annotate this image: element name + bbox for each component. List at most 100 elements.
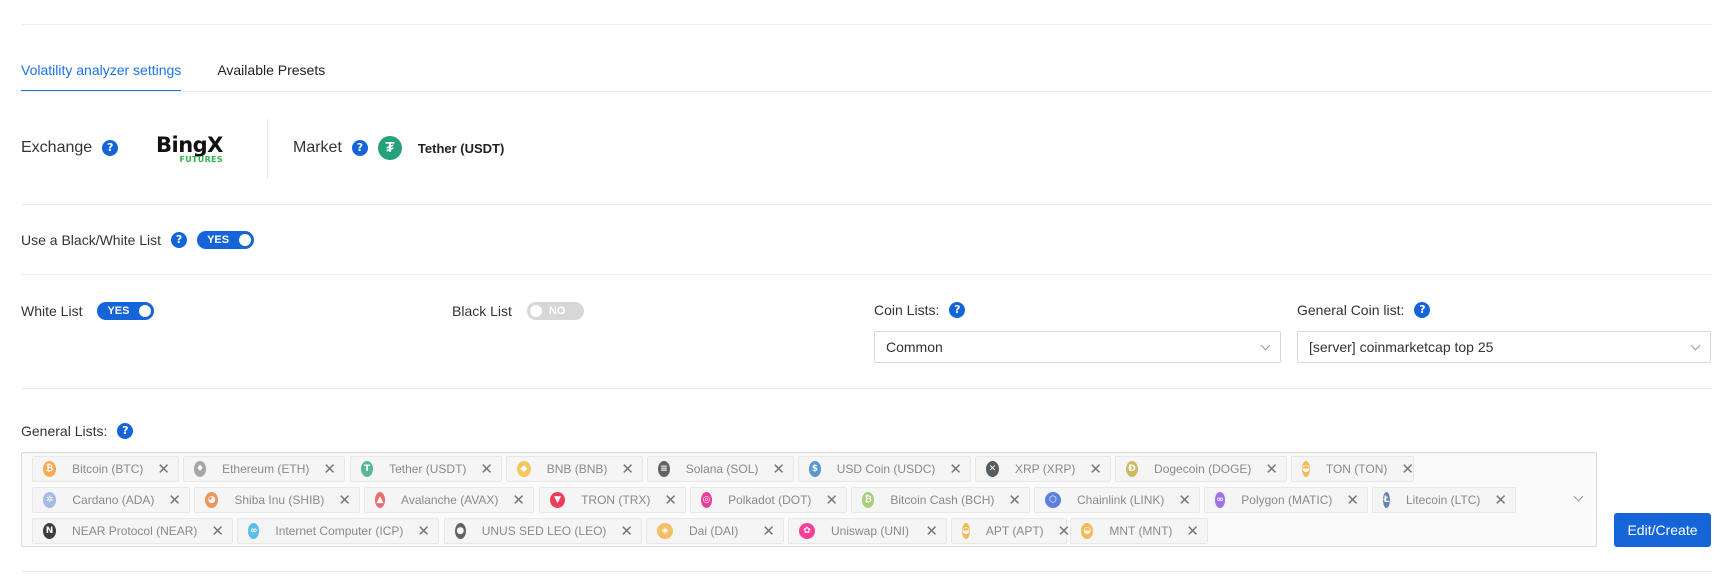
tab-volatility-settings[interactable]: Volatility analyzer settings — [21, 62, 182, 92]
coin-icon: $ — [809, 461, 821, 477]
tag-label: Cardano (ADA) — [72, 493, 155, 507]
coin-icon: ◎ — [701, 492, 713, 508]
remove-tag-icon[interactable]: ✕ — [1008, 491, 1021, 509]
remove-tag-icon[interactable]: ✕ — [1186, 522, 1199, 540]
bingx-logo: BingX FUTURES — [156, 133, 223, 165]
remove-tag-icon[interactable]: ✕ — [621, 460, 634, 478]
whitelist-toggle[interactable]: YES — [97, 302, 155, 320]
whitelist-field: White List YES — [21, 302, 155, 320]
tether-icon: ₮ — [377, 136, 402, 160]
remove-tag-icon[interactable]: ✕ — [1265, 460, 1278, 478]
list-item: ♦ Ethereum (ETH) ✕ — [183, 456, 345, 482]
bwlist-help-icon[interactable]: ? — [171, 232, 188, 248]
general-coin-list-label: General Coin list: — [1297, 302, 1405, 318]
market-help-icon[interactable]: ? — [351, 140, 368, 156]
coin-icon: N — [43, 523, 57, 539]
coin-icon: ◒ — [1081, 523, 1094, 539]
general-coin-list-help-icon[interactable]: ? — [1414, 302, 1431, 318]
remove-tag-icon[interactable]: ✕ — [772, 460, 785, 478]
coin-icon: Ł — [1383, 492, 1390, 508]
coin-icon: ∞ — [248, 523, 260, 539]
tag-label: TRON (TRX) — [581, 493, 651, 507]
coin-lists-label: Coin Lists: — [874, 302, 940, 318]
remove-tag-icon[interactable]: ✕ — [620, 522, 633, 540]
coin-icon: ● — [455, 523, 466, 539]
remove-tag-icon[interactable]: ✕ — [925, 522, 938, 540]
blacklist-label: Black List — [452, 303, 512, 319]
general-lists-help-icon[interactable]: ? — [117, 423, 134, 439]
remove-tag-icon[interactable]: ✕ — [323, 460, 336, 478]
blacklist-toggle[interactable]: NO — [526, 302, 584, 320]
coin-icon: ◈ — [657, 523, 673, 539]
remove-tag-icon[interactable]: ✕ — [168, 491, 181, 509]
list-item: ◎ Polkadot (DOT) ✕ — [690, 487, 847, 513]
divider — [21, 274, 1712, 275]
coin-icon: ⬡ — [1045, 492, 1061, 508]
exchange-help-icon[interactable]: ? — [102, 140, 119, 156]
remove-tag-icon[interactable]: ✕ — [480, 460, 493, 478]
list-item: ✕ XRP (XRP) ✕ — [975, 456, 1111, 482]
remove-tag-icon[interactable]: ✕ — [1178, 491, 1191, 509]
coin-icon: ≡ — [658, 461, 670, 477]
tag-label: Solana (SOL) — [685, 462, 759, 476]
general-coin-list-select[interactable]: [server] coinmarketcap top 25 — [1297, 331, 1711, 363]
remove-tag-icon[interactable]: ✕ — [1346, 491, 1359, 509]
remove-tag-icon[interactable]: ✕ — [664, 491, 677, 509]
tag-label: BNB (BNB) — [546, 462, 608, 476]
coin-icon: ◆ — [517, 461, 531, 477]
chevron-down-icon — [1690, 340, 1701, 350]
remove-tag-icon[interactable]: ✕ — [1089, 460, 1102, 478]
general-lists-label: General Lists: — [21, 423, 108, 439]
coin-lists-help-icon[interactable]: ? — [949, 302, 966, 318]
coin-lists-select[interactable]: Common — [874, 331, 1281, 363]
bwlist-field: Use a Black/White List ? YES — [21, 231, 255, 249]
coin-icon: ∞ — [1215, 492, 1226, 508]
coin-lists-field: Coin Lists: ? — [874, 302, 966, 318]
general-lists-multiselect[interactable]: ₿ Bitcoin (BTC) ✕ ♦ Ethereum (ETH) ✕ T Tether (… — [21, 452, 1597, 547]
tag-label: Chainlink (LINK) — [1077, 493, 1165, 507]
tag-label: Litecoin (LTC) — [1405, 493, 1481, 507]
list-item: ✿ Uniswap (UNI) ✕ — [788, 518, 947, 544]
market-label: Market — [293, 139, 342, 156]
tag-label: Dogecoin (DOGE) — [1154, 462, 1252, 476]
tag-label: Dai (DAI) — [689, 524, 739, 538]
chevron-down-icon[interactable] — [1573, 491, 1584, 502]
remove-tag-icon[interactable]: ✕ — [825, 491, 838, 509]
list-item: Ð Dogecoin (DOGE) ✕ — [1115, 456, 1287, 482]
divider — [21, 91, 1712, 92]
exchange-label: Exchange — [21, 139, 93, 156]
tab-available-presets[interactable]: Available Presets — [217, 62, 325, 92]
remove-tag-icon[interactable]: ✕ — [1401, 460, 1414, 478]
bwlist-toggle[interactable]: YES — [197, 231, 255, 249]
list-item: ◆ BNB (BNB) ✕ — [506, 456, 643, 482]
edit-create-button[interactable]: Edit/Create — [1614, 513, 1711, 547]
tag-label: APT (APT) — [985, 524, 1044, 538]
remove-tag-icon[interactable]: ✕ — [949, 460, 962, 478]
market-field: Market ? ₮ Tether (USDT) — [293, 136, 504, 160]
remove-tag-icon[interactable]: ✕ — [211, 522, 224, 540]
general-lists-field: General Lists: ? — [21, 423, 134, 439]
list-item: $ USD Coin (USDC) ✕ — [798, 456, 971, 482]
remove-tag-icon[interactable]: ✕ — [338, 491, 351, 509]
remove-tag-icon[interactable]: ✕ — [157, 460, 170, 478]
market-value: Tether (USDT) — [417, 140, 505, 156]
remove-tag-icon[interactable]: ✕ — [417, 522, 430, 540]
divider — [21, 204, 1712, 205]
tag-label: USD Coin (USDC) — [836, 462, 936, 476]
tag-label: Bitcoin (BTC) — [72, 462, 144, 476]
exchange-field: Exchange ? — [21, 139, 119, 157]
list-item: ≡ Solana (SOL) ✕ — [647, 456, 794, 482]
coin-icon: ₿ — [43, 461, 57, 477]
remove-tag-icon[interactable]: ✕ — [1494, 491, 1507, 509]
remove-tag-icon[interactable]: ✕ — [1058, 522, 1071, 540]
tag-label: Polygon (MATIC) — [1241, 493, 1333, 507]
list-item: ◒ APT (APT) ✕ — [951, 518, 1070, 544]
tag-label: Avalanche (AVAX) — [401, 493, 499, 507]
tab-bar: Volatility analyzer settings Available P… — [21, 62, 325, 92]
remove-tag-icon[interactable]: ✕ — [512, 491, 525, 509]
remove-tag-icon[interactable]: ✕ — [762, 522, 775, 540]
coin-icon: ♦ — [194, 461, 207, 477]
coin-icon: ₿ — [862, 492, 875, 508]
coin-icon: ✕ — [986, 461, 999, 477]
tag-label: Tether (USDT) — [389, 462, 467, 476]
